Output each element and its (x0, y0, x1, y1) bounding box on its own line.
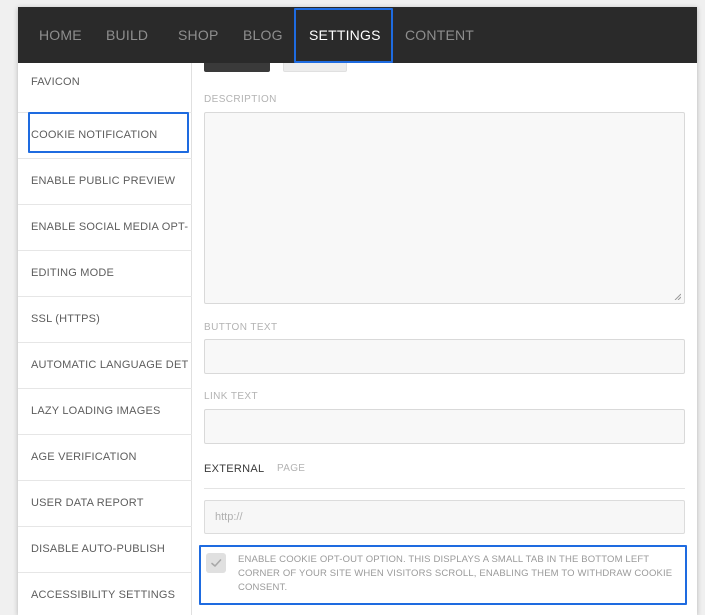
nav-shop[interactable]: SHOP (178, 7, 218, 63)
sidebar-item-ssl-https[interactable]: SSL (HTTPS) (18, 297, 192, 343)
link-text-input[interactable] (204, 409, 685, 444)
sidebar-item-disable-auto-publish[interactable]: DISABLE AUTO-PUBLISH (18, 527, 192, 573)
link-tabs-divider (204, 488, 685, 489)
description-label: DESCRIPTION (204, 94, 277, 105)
cookie-optout-checkbox[interactable] (206, 553, 226, 573)
url-input[interactable]: http:// (204, 500, 685, 534)
resize-grip-icon[interactable] (674, 293, 681, 300)
description-textarea[interactable] (204, 112, 685, 304)
tab-page[interactable]: PAGE (277, 463, 305, 474)
nav-settings[interactable]: SETTINGS (309, 7, 381, 63)
button-text-input[interactable] (204, 339, 685, 374)
sidebar-item-age-verification[interactable]: AGE VERIFICATION (18, 435, 192, 481)
sidebar-item-editing-mode[interactable]: EDITING MODE (18, 251, 192, 297)
nav-home[interactable]: HOME (39, 7, 82, 63)
nav-content[interactable]: CONTENT (405, 7, 474, 63)
sidebar-item-accessibility-settings[interactable]: ACCESSIBILITY SETTINGS (18, 573, 192, 615)
button-text-label: BUTTON TEXT (204, 322, 278, 333)
partial-tab-light[interactable] (283, 63, 347, 72)
cookie-notification-panel: DESCRIPTION BUTTON TEXT LINK TEXT EXTERN… (193, 63, 697, 615)
sidebar-item-lazy-loading-images[interactable]: LAZY LOADING IMAGES (18, 389, 192, 435)
sidebar-item-cookie-notification[interactable]: COOKIE NOTIFICATION (18, 113, 192, 159)
checkmark-icon (211, 559, 222, 567)
cookie-optout-description: ENABLE COOKIE OPT-OUT OPTION. THIS DISPL… (238, 554, 673, 593)
sidebar-item-automatic-language-detection[interactable]: AUTOMATIC LANGUAGE DET (18, 343, 192, 389)
nav-blog[interactable]: BLOG (243, 7, 283, 63)
link-text-label: LINK TEXT (204, 391, 258, 402)
nav-build[interactable]: BUILD (106, 7, 148, 63)
tab-external[interactable]: EXTERNAL (204, 463, 264, 475)
settings-window: HOME BUILD SHOP BLOG SETTINGS CONTENT FA… (18, 7, 697, 615)
sidebar-item-enable-public-preview[interactable]: ENABLE PUBLIC PREVIEW (18, 159, 192, 205)
settings-sidebar: FAVICON COOKIE NOTIFICATION ENABLE PUBLI… (18, 63, 192, 615)
top-nav-bar: HOME BUILD SHOP BLOG SETTINGS CONTENT (18, 7, 697, 63)
sidebar-item-favicon[interactable]: FAVICON (18, 63, 192, 113)
sidebar-item-user-data-report[interactable]: USER DATA REPORT (18, 481, 192, 527)
sidebar-item-enable-social-media-opt[interactable]: ENABLE SOCIAL MEDIA OPT- (18, 205, 192, 251)
partial-tab-dark[interactable] (204, 63, 270, 72)
